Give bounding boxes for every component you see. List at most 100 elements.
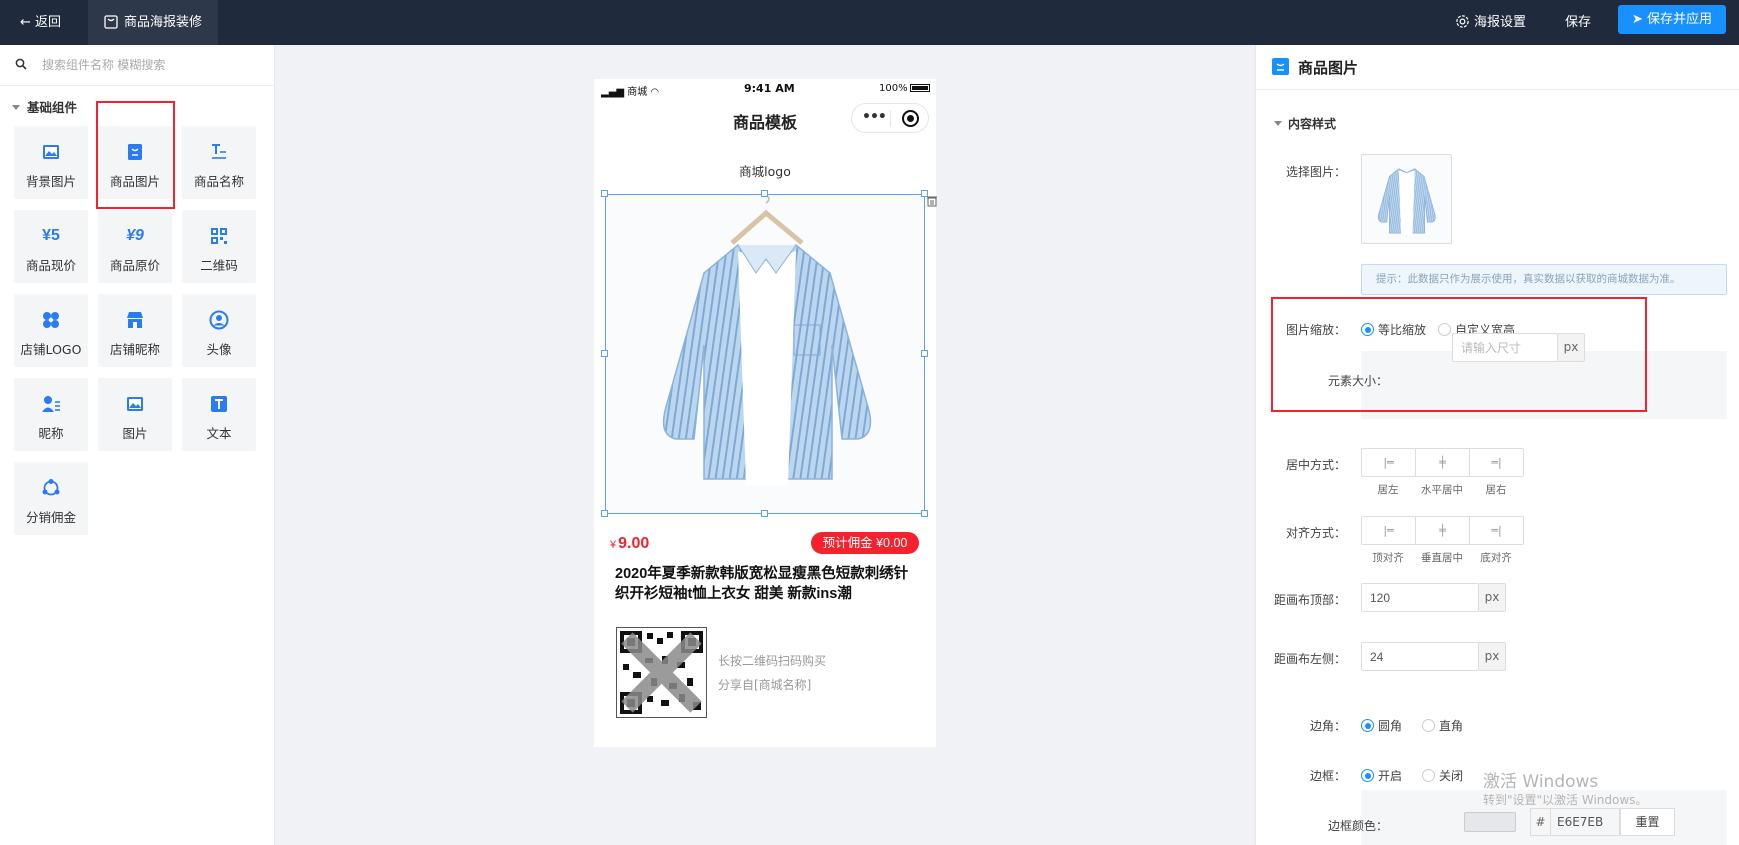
radio-unchecked-icon xyxy=(1422,719,1435,732)
component-product-name[interactable]: 商品名称 xyxy=(182,126,256,199)
panel-title: 商品图片 xyxy=(1298,59,1359,77)
component-image[interactable]: 图片 xyxy=(98,378,172,451)
avatar-icon xyxy=(209,310,229,330)
tab-poster-decoration[interactable]: 商品海报装修 xyxy=(88,0,218,45)
component-distribution-commission[interactable]: 分销佣金 xyxy=(14,462,88,535)
component-store-logo[interactable]: 店铺LOGO xyxy=(14,294,88,367)
align-top-button[interactable]: |═ xyxy=(1362,517,1416,544)
align-right-button[interactable]: ═| xyxy=(1470,449,1523,476)
text-icon xyxy=(211,396,227,412)
radio-border-off[interactable]: 关闭 xyxy=(1422,767,1463,784)
status-time: 9:41 AM xyxy=(744,82,795,95)
phone-preview: ▂▄▆ 商城 ◠ 9:41 AM 100% 商品模板 ••• 商城logo ¥ … xyxy=(594,79,937,747)
component-label: 店铺昵称 xyxy=(109,342,160,357)
resize-handle[interactable] xyxy=(921,510,928,517)
close-target-icon[interactable] xyxy=(902,110,919,127)
save-and-apply-button[interactable]: ➤ 保存并应用 xyxy=(1618,5,1726,34)
left-distance-input[interactable] xyxy=(1361,642,1479,671)
radio-proportional-scale[interactable]: 等比缩放 xyxy=(1361,321,1426,338)
product-name-icon xyxy=(212,144,226,159)
align-mode-label: 对齐方式： xyxy=(1285,526,1346,540)
mini-program-capsule[interactable]: ••• xyxy=(851,103,929,133)
center-mode-label: 居中方式： xyxy=(1285,458,1346,472)
save-button[interactable]: 保存 xyxy=(1565,0,1591,45)
image-icon xyxy=(127,397,143,411)
align-mode-group: |═ ╪ ═| xyxy=(1361,516,1524,545)
original-price-icon: ¥9 xyxy=(126,227,144,244)
component-qrcode[interactable]: 二维码 xyxy=(182,210,256,283)
radio-unchecked-icon xyxy=(1438,323,1451,336)
product-image-icon xyxy=(128,144,142,160)
component-product-image[interactable]: 商品图片 xyxy=(98,126,172,199)
store-logo-icon xyxy=(43,312,59,328)
element-size-input[interactable] xyxy=(1452,333,1558,362)
product-name[interactable]: 2020年夏季新款韩版宽松显瘦黑色短款刺绣针织开衫短袖t恤上衣女 甜美 新款in… xyxy=(615,564,920,604)
resize-handle[interactable] xyxy=(761,190,768,197)
radio-border-on[interactable]: 开启 xyxy=(1361,767,1402,784)
border-color-hex-input[interactable]: E6E7EB xyxy=(1550,808,1620,836)
unit-px: px xyxy=(1558,333,1585,362)
data-tip: 提示：此数据只作为展示使用，真实数据以获取的商城数据为准。 xyxy=(1361,264,1727,295)
component-original-price[interactable]: ¥9 商品原价 xyxy=(98,210,172,283)
section-content-style[interactable]: 内容样式 xyxy=(1274,115,1336,132)
current-price[interactable]: ¥9.00 xyxy=(610,535,649,553)
border-color-label: 边框颜色： xyxy=(1327,819,1388,833)
store-logo-text[interactable]: 商城logo xyxy=(594,161,936,180)
component-text[interactable]: 文本 xyxy=(182,378,256,451)
reset-button[interactable]: 重置 xyxy=(1620,808,1675,836)
poster-settings-button[interactable]: 海报设置 xyxy=(1455,0,1526,45)
align-top-label: 顶对齐 xyxy=(1372,552,1404,564)
unit-px: px xyxy=(1479,583,1506,612)
align-bottom-button[interactable]: ═| xyxy=(1470,517,1523,544)
battery-icon xyxy=(909,84,930,92)
radio-checked-icon xyxy=(1361,323,1374,336)
component-label: 商品图片 xyxy=(109,174,160,189)
align-right-label: 居右 xyxy=(1485,484,1507,496)
product-image-icon xyxy=(1272,58,1289,75)
component-label: 背景图片 xyxy=(25,174,76,189)
align-vcenter-button[interactable]: ╪ xyxy=(1416,517,1470,544)
image-scale-label: 图片缩放： xyxy=(1285,323,1346,337)
poster-icon xyxy=(104,15,118,29)
component-nickname[interactable]: 昵称 xyxy=(14,378,88,451)
align-bottom-label: 底对齐 xyxy=(1480,552,1512,564)
radio-square-corner[interactable]: 直角 xyxy=(1422,717,1463,734)
resize-handle[interactable] xyxy=(601,510,608,517)
search-input[interactable] xyxy=(42,55,262,75)
component-store-nickname[interactable]: 店铺昵称 xyxy=(98,294,172,367)
component-avatar[interactable]: 头像 xyxy=(182,294,256,367)
center-mode-group: |═ ╪ ═| xyxy=(1361,448,1524,477)
border-color-swatch[interactable] xyxy=(1464,812,1516,832)
tab-label: 商品海报装修 xyxy=(124,15,203,30)
back-button[interactable]: ← 返回 xyxy=(20,0,61,45)
panel-header: 商品图片 xyxy=(1256,45,1739,90)
commission-badge[interactable]: 预计佣金 ¥0.00 xyxy=(811,532,919,554)
qrcode-image[interactable] xyxy=(616,627,707,718)
radio-rounded-corner[interactable]: 圆角 xyxy=(1361,717,1402,734)
selected-image-thumbnail[interactable] xyxy=(1361,154,1452,244)
hex-prefix: # xyxy=(1530,808,1550,836)
properties-panel: 商品图片 内容样式 选择图片： 提示：此数据只作为展示使用，真实数据以获取的商城… xyxy=(1255,45,1739,845)
radio-checked-icon xyxy=(1361,769,1374,782)
qrcode-graphic xyxy=(617,628,706,717)
caret-down-icon xyxy=(12,105,20,110)
qr-hint: 长按二维码扫码购买 xyxy=(718,654,827,668)
background-image-icon xyxy=(43,145,59,159)
resize-handle[interactable] xyxy=(761,510,768,517)
top-distance-input[interactable] xyxy=(1361,583,1479,612)
corner-label: 边角： xyxy=(1309,719,1346,733)
align-hcenter-button[interactable]: ╪ xyxy=(1416,449,1470,476)
back-label: 返回 xyxy=(35,15,62,30)
component-current-price[interactable]: ¥5 商品现价 xyxy=(14,210,88,283)
resize-handle[interactable] xyxy=(601,350,608,357)
resize-handle[interactable] xyxy=(601,190,608,197)
delete-icon[interactable] xyxy=(927,195,937,207)
more-icon[interactable]: ••• xyxy=(862,109,887,125)
group-basic-components[interactable]: 基础组件 xyxy=(12,97,77,116)
product-image[interactable] xyxy=(605,194,925,514)
component-label: 分销佣金 xyxy=(25,510,76,525)
resize-handle[interactable] xyxy=(921,350,928,357)
component-background-image[interactable]: 背景图片 xyxy=(14,126,88,199)
align-left-button[interactable]: |═ xyxy=(1362,449,1416,476)
align-left-label: 居左 xyxy=(1377,484,1399,496)
